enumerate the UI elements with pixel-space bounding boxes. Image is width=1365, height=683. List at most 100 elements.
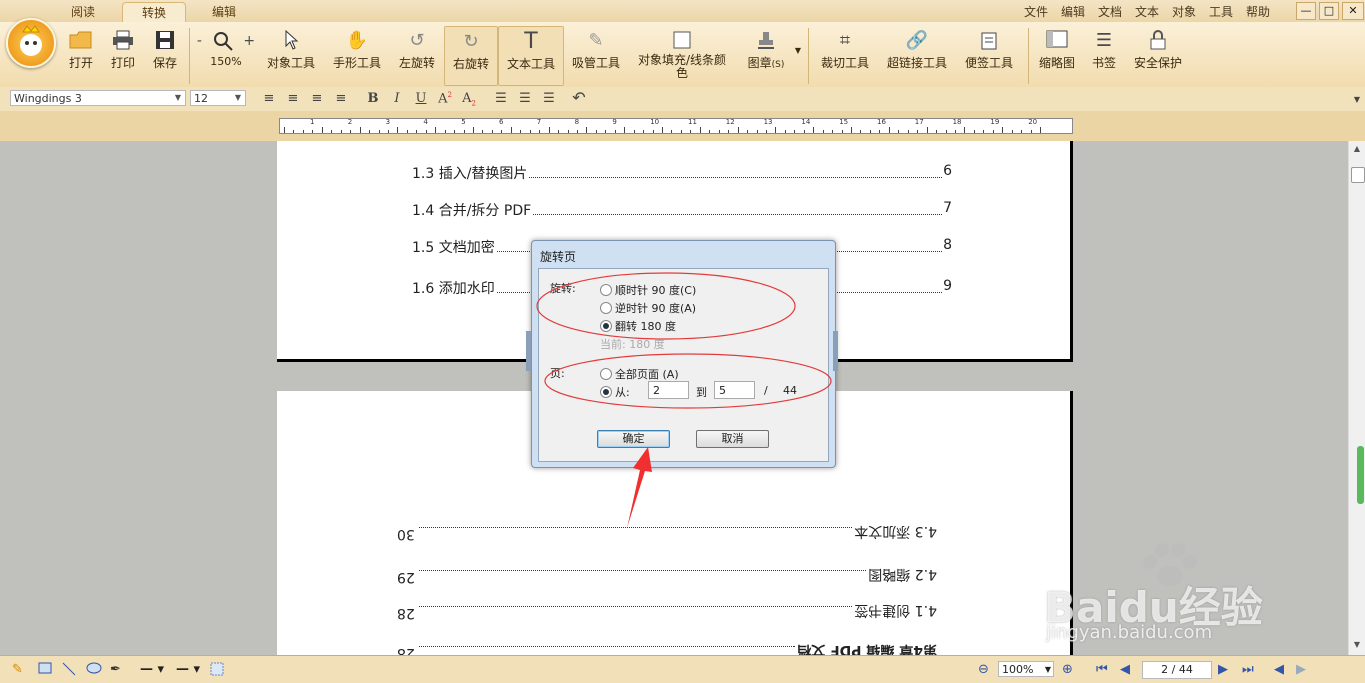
- radio-flip-180[interactable]: [600, 320, 612, 332]
- toc-entry-rotated[interactable]: 4.3 添加文本 30: [397, 522, 937, 542]
- open-button[interactable]: 打开: [62, 26, 100, 84]
- tab-edit[interactable]: 编辑: [198, 2, 250, 22]
- radio-all-pages[interactable]: [600, 368, 612, 380]
- radio-clockwise[interactable]: [600, 284, 612, 296]
- subscript-icon[interactable]: A2: [460, 91, 478, 108]
- line-icon[interactable]: [62, 662, 76, 680]
- cancel-button[interactable]: 取消: [696, 430, 769, 448]
- next-page-icon[interactable]: ▶: [1218, 662, 1228, 677]
- hyperlink-tool-button[interactable]: 🔗 超链接工具: [882, 26, 952, 84]
- page-number-input[interactable]: 2 / 44: [1142, 661, 1212, 679]
- ruler-tick: [614, 130, 616, 133]
- bold-icon[interactable]: B: [364, 91, 382, 106]
- toc-entry-rotated[interactable]: 4.1 创建书签 28: [397, 601, 937, 621]
- from-page-input[interactable]: 2: [648, 381, 689, 399]
- menu-document[interactable]: 文档: [1098, 3, 1122, 20]
- sticky-note-button[interactable]: 便签工具: [960, 26, 1018, 84]
- menu-text[interactable]: 文本: [1135, 3, 1159, 20]
- print-button[interactable]: 打印: [104, 26, 142, 84]
- italic-icon[interactable]: I: [388, 91, 406, 106]
- tab-convert[interactable]: 转换: [122, 2, 186, 23]
- line-spacing-2-icon[interactable]: ☰: [516, 91, 534, 106]
- maximize-button[interactable]: □: [1319, 2, 1339, 20]
- scroll-thumb[interactable]: [1351, 167, 1365, 183]
- first-page-icon[interactable]: ⏮: [1096, 662, 1108, 677]
- toc-entry-rotated[interactable]: 4.2 缩略图 29: [397, 565, 937, 585]
- sticky-label: 便签工具: [964, 56, 1013, 70]
- pencil-icon[interactable]: ✎: [12, 662, 23, 677]
- zoom-out-icon[interactable]: ⊖: [978, 662, 989, 677]
- toc-entry[interactable]: 1.4 合并/拆分 PDF 7: [412, 200, 952, 220]
- line-style-icon[interactable]: — ▾: [140, 662, 164, 677]
- line-width-icon[interactable]: — ▾: [176, 662, 200, 677]
- align-left-icon[interactable]: ≡: [260, 91, 278, 106]
- text-tool-button[interactable]: T 文本工具: [498, 26, 564, 86]
- rectangle-icon[interactable]: [38, 662, 52, 678]
- zoom-select[interactable]: 100% ▼: [998, 661, 1054, 677]
- ruler-tick: [926, 127, 928, 133]
- zoom-out-button[interactable]: -: [197, 33, 202, 49]
- divider: [1028, 28, 1029, 84]
- align-right-icon[interactable]: ≡: [308, 91, 326, 106]
- menu-object[interactable]: 对象: [1172, 3, 1196, 20]
- thumbnail-icon: [1034, 30, 1080, 52]
- stamp-button[interactable]: 图章(S): [740, 26, 792, 84]
- object-tool-button[interactable]: 对象工具: [262, 26, 320, 84]
- zoom-in-icon[interactable]: ⊕: [1062, 662, 1073, 677]
- radio-page-range[interactable]: [600, 386, 612, 398]
- undo-arrow-icon[interactable]: ↶: [570, 88, 588, 107]
- crop-tool-button[interactable]: ⌗ 裁切工具: [816, 26, 874, 84]
- eyedropper-button[interactable]: ✎ 吸管工具: [568, 26, 624, 84]
- font-size-select[interactable]: 12 ▼: [190, 90, 246, 106]
- ruler-label: 14: [801, 118, 811, 126]
- menu-help[interactable]: 帮助: [1246, 3, 1270, 20]
- font-family-select[interactable]: Wingdings 3 ▼: [10, 90, 186, 106]
- option-flip-label: 翻转 180 度: [615, 320, 676, 333]
- ruler-tick: [454, 130, 456, 133]
- bookmark-button[interactable]: ☰ 书签: [1086, 26, 1122, 84]
- tab-read[interactable]: 阅读: [57, 2, 109, 22]
- superscript-icon[interactable]: A2: [436, 91, 454, 106]
- save-button[interactable]: 保存: [146, 26, 184, 84]
- ruler-tick: [293, 130, 295, 133]
- rotate-right-button[interactable]: ↻ 右旋转: [444, 26, 498, 86]
- scroll-up-icon[interactable]: ▲: [1351, 143, 1363, 155]
- ruler-tick: [765, 130, 767, 133]
- align-justify-icon[interactable]: ≡: [332, 91, 350, 106]
- radio-counterclockwise[interactable]: [600, 302, 612, 314]
- menu-edit[interactable]: 编辑: [1061, 3, 1085, 20]
- ellipse-icon[interactable]: [86, 662, 102, 678]
- close-button[interactable]: ✕: [1342, 2, 1364, 20]
- ruler-tick: [907, 130, 909, 133]
- minimize-button[interactable]: —: [1296, 2, 1316, 20]
- menu-file[interactable]: 文件: [1024, 3, 1048, 20]
- toc-title: 1.5 文档加密: [412, 240, 495, 256]
- rotate-left-button[interactable]: ↺ 左旋转: [394, 26, 440, 84]
- vertical-scrollbar[interactable]: ▲ ▼: [1348, 141, 1365, 655]
- prev-page-icon[interactable]: ◀: [1120, 662, 1130, 677]
- hand-tool-button[interactable]: ✋ 手形工具: [328, 26, 386, 84]
- pen-icon[interactable]: ✒: [110, 662, 121, 677]
- scroll-down-icon[interactable]: ▼: [1351, 639, 1363, 651]
- underline-icon[interactable]: U: [412, 91, 430, 106]
- thumbnail-button[interactable]: 缩略图: [1034, 26, 1080, 84]
- back-view-icon[interactable]: ◀: [1274, 662, 1284, 677]
- to-page-input[interactable]: 5: [714, 381, 755, 399]
- ok-button[interactable]: 确定: [597, 430, 670, 448]
- fill-color-button[interactable]: 对象填充/线条颜 色: [634, 26, 730, 84]
- forward-view-icon[interactable]: ▶: [1296, 662, 1306, 677]
- zoom-in-button[interactable]: +: [243, 33, 255, 49]
- align-center-icon[interactable]: ≡: [284, 91, 302, 106]
- magnifier-icon[interactable]: [212, 30, 234, 52]
- toc-leader: [529, 177, 942, 178]
- ruler-label: 20: [1028, 118, 1038, 126]
- app-logo[interactable]: [6, 18, 56, 68]
- security-button[interactable]: 安全保护: [1130, 26, 1186, 84]
- layer-icon[interactable]: [210, 662, 224, 680]
- toc-entry[interactable]: 1.3 插入/替换图片 6: [412, 163, 952, 183]
- line-spacing-1-icon[interactable]: ☰: [492, 91, 510, 106]
- menu-tools[interactable]: 工具: [1209, 3, 1233, 20]
- last-page-icon[interactable]: ⏭: [1242, 662, 1254, 677]
- line-spacing-3-icon[interactable]: ☰: [540, 91, 558, 106]
- chevron-down-icon[interactable]: ▼: [1352, 95, 1362, 104]
